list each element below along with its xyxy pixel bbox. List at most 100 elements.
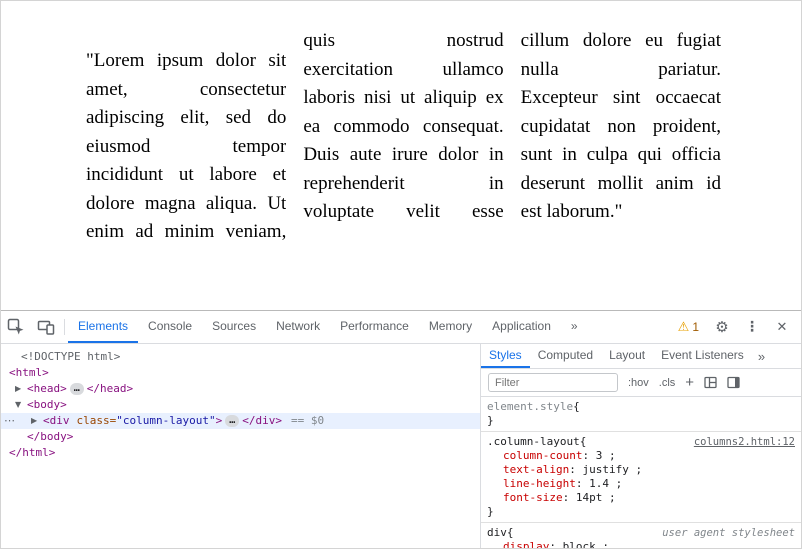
- property-name[interactable]: line-height: [503, 477, 589, 490]
- property-value[interactable]: 1.4: [589, 477, 609, 490]
- kebab-menu-icon[interactable]: ⋮: [737, 319, 767, 335]
- new-style-rule-button[interactable]: +: [685, 375, 694, 390]
- text-line: Excepteur sint occaecat: [521, 84, 721, 113]
- more-sidebar-tabs-icon[interactable]: »: [752, 344, 771, 368]
- more-tabs-icon[interactable]: »: [561, 311, 588, 343]
- text-line: sunt in culpa qui officia: [521, 141, 721, 170]
- elements-panel: <!DOCTYPE html> <html> <head>…</head> <b…: [1, 344, 481, 548]
- element-classes-button[interactable]: .cls: [659, 377, 676, 389]
- styles-filter-input[interactable]: [488, 373, 618, 392]
- toolbar-right-controls: ⚠ 1 ⚙ ⋮ ✕: [670, 311, 801, 343]
- css-property[interactable]: font-size14pt: [487, 491, 795, 505]
- toolbar-divider: [64, 319, 65, 335]
- text-line: amet, consectetur: [86, 76, 286, 105]
- tree-node-html-close[interactable]: </html>: [1, 445, 480, 461]
- open-brace: [580, 435, 587, 449]
- text-line: ea commodo consequat.: [303, 113, 503, 142]
- div-open-tag: <div: [43, 414, 70, 427]
- text-line: cupidatat non proident,: [521, 113, 721, 142]
- rule-selector[interactable]: .column-layout: [487, 435, 580, 449]
- tree-node-div-selected[interactable]: <divclass"column-layout">…</div>== $0: [1, 413, 480, 429]
- tab-styles[interactable]: Styles: [481, 344, 530, 368]
- hidden-children-ellipsis[interactable]: …: [70, 383, 84, 395]
- settings-gear-icon[interactable]: ⚙: [707, 318, 737, 336]
- toggle-element-state-button[interactable]: :hov: [628, 377, 649, 389]
- property-value[interactable]: block: [563, 540, 596, 548]
- property-value[interactable]: 3: [596, 449, 603, 462]
- div-attr-value[interactable]: "column-layout": [116, 414, 215, 427]
- warning-icon: ⚠: [678, 320, 690, 335]
- stylesheet-source-link[interactable]: columns2.html:12: [694, 435, 795, 449]
- css-property[interactable]: line-height1.4: [487, 477, 795, 491]
- css-property[interactable]: text-alignjustify: [487, 463, 795, 477]
- body-open-tag: <body>: [27, 398, 67, 411]
- tree-node-head[interactable]: <head>…</head>: [1, 381, 480, 397]
- text-column-1: "Lorem ipsum dolor sit amet, consectetur…: [86, 27, 286, 310]
- inspect-cursor-glyph: [7, 318, 25, 336]
- css-property[interactable]: displayblock: [487, 540, 795, 548]
- property-name[interactable]: font-size: [503, 491, 576, 504]
- text-column-3: cillum dolore eu fugiat nulla pariatur. …: [521, 27, 721, 310]
- div-open-tag-end: >: [216, 414, 223, 427]
- node-actions-icon[interactable]: [4, 413, 15, 429]
- close-brace: [487, 505, 494, 518]
- property-value[interactable]: 14pt: [576, 491, 603, 504]
- tab-sources[interactable]: Sources: [202, 311, 266, 343]
- styles-tab-bar: Styles Computed Layout Event Listeners »: [481, 344, 801, 369]
- render-emulation-icon[interactable]: [704, 376, 717, 389]
- property-value[interactable]: justify: [582, 463, 628, 476]
- tab-performance[interactable]: Performance: [330, 311, 419, 343]
- stylesheet-origin-label: user agent stylesheet: [662, 526, 795, 540]
- warnings-button[interactable]: ⚠ 1: [670, 320, 707, 335]
- rule-selector[interactable]: div: [487, 526, 507, 540]
- doctype-text: <!DOCTYPE html>: [21, 350, 120, 363]
- tab-console[interactable]: Console: [138, 311, 202, 343]
- warning-count: 1: [692, 320, 699, 334]
- rule-selector[interactable]: element.style: [487, 400, 573, 414]
- styles-rules-list: element.style .column-layout columns2.ht…: [481, 397, 801, 548]
- tab-application[interactable]: Application: [482, 311, 561, 343]
- rule-div-user-agent: div user agent stylesheet displayblock: [481, 523, 801, 548]
- property-name[interactable]: text-align: [503, 463, 582, 476]
- computed-sidebar-toggle-icon[interactable]: [727, 376, 740, 389]
- close-brace: [487, 414, 494, 427]
- tab-event-listeners[interactable]: Event Listeners: [653, 344, 752, 368]
- browser-window: "Lorem ipsum dolor sit amet, consectetur…: [0, 0, 802, 549]
- text-line: laboris nisi ut aliquip ex: [303, 84, 503, 113]
- css-property[interactable]: column-count3: [487, 449, 795, 463]
- tree-node-doctype[interactable]: <!DOCTYPE html>: [1, 349, 480, 365]
- head-open-tag: <head>: [27, 382, 67, 395]
- collapse-arrow-icon[interactable]: [15, 397, 27, 413]
- div-attr-name[interactable]: class: [77, 414, 117, 427]
- tab-computed[interactable]: Computed: [530, 344, 601, 368]
- text-line: exercitation ullamco: [303, 56, 503, 85]
- expand-arrow-icon[interactable]: [31, 413, 43, 429]
- property-name[interactable]: column-count: [503, 449, 596, 462]
- html-open-tag: <html>: [9, 366, 49, 379]
- devtools-tab-bar: Elements Console Sources Network Perform…: [68, 311, 588, 343]
- inspect-element-icon[interactable]: [1, 311, 31, 343]
- tree-node-html-open[interactable]: <html>: [1, 365, 480, 381]
- text-line: dolore magna aliqua. Ut: [86, 190, 286, 219]
- tab-network[interactable]: Network: [266, 311, 330, 343]
- property-name[interactable]: display: [503, 540, 563, 548]
- text-line: quis nostrud: [303, 27, 503, 56]
- hidden-children-ellipsis[interactable]: …: [225, 415, 239, 427]
- tab-layout[interactable]: Layout: [601, 344, 653, 368]
- open-brace: [507, 526, 514, 540]
- tree-node-body-close[interactable]: </body>: [1, 429, 480, 445]
- device-toolbar-icon[interactable]: [31, 311, 61, 343]
- text-line: nulla pariatur.: [521, 56, 721, 85]
- text-line: enim ad minim veniam,: [86, 218, 286, 247]
- tab-elements[interactable]: Elements: [68, 311, 138, 343]
- device-glyph: [37, 318, 55, 336]
- expand-arrow-icon[interactable]: [15, 381, 27, 397]
- div-close-tag: </div>: [242, 414, 282, 427]
- close-devtools-icon[interactable]: ✕: [767, 320, 797, 335]
- text-line: adipiscing elit, sed do: [86, 104, 286, 133]
- head-close-tag: </head>: [87, 382, 133, 395]
- open-brace: [573, 400, 580, 414]
- rule-column-layout: .column-layout columns2.html:12 column-c…: [481, 432, 801, 523]
- tree-node-body-open[interactable]: <body>: [1, 397, 480, 413]
- tab-memory[interactable]: Memory: [419, 311, 482, 343]
